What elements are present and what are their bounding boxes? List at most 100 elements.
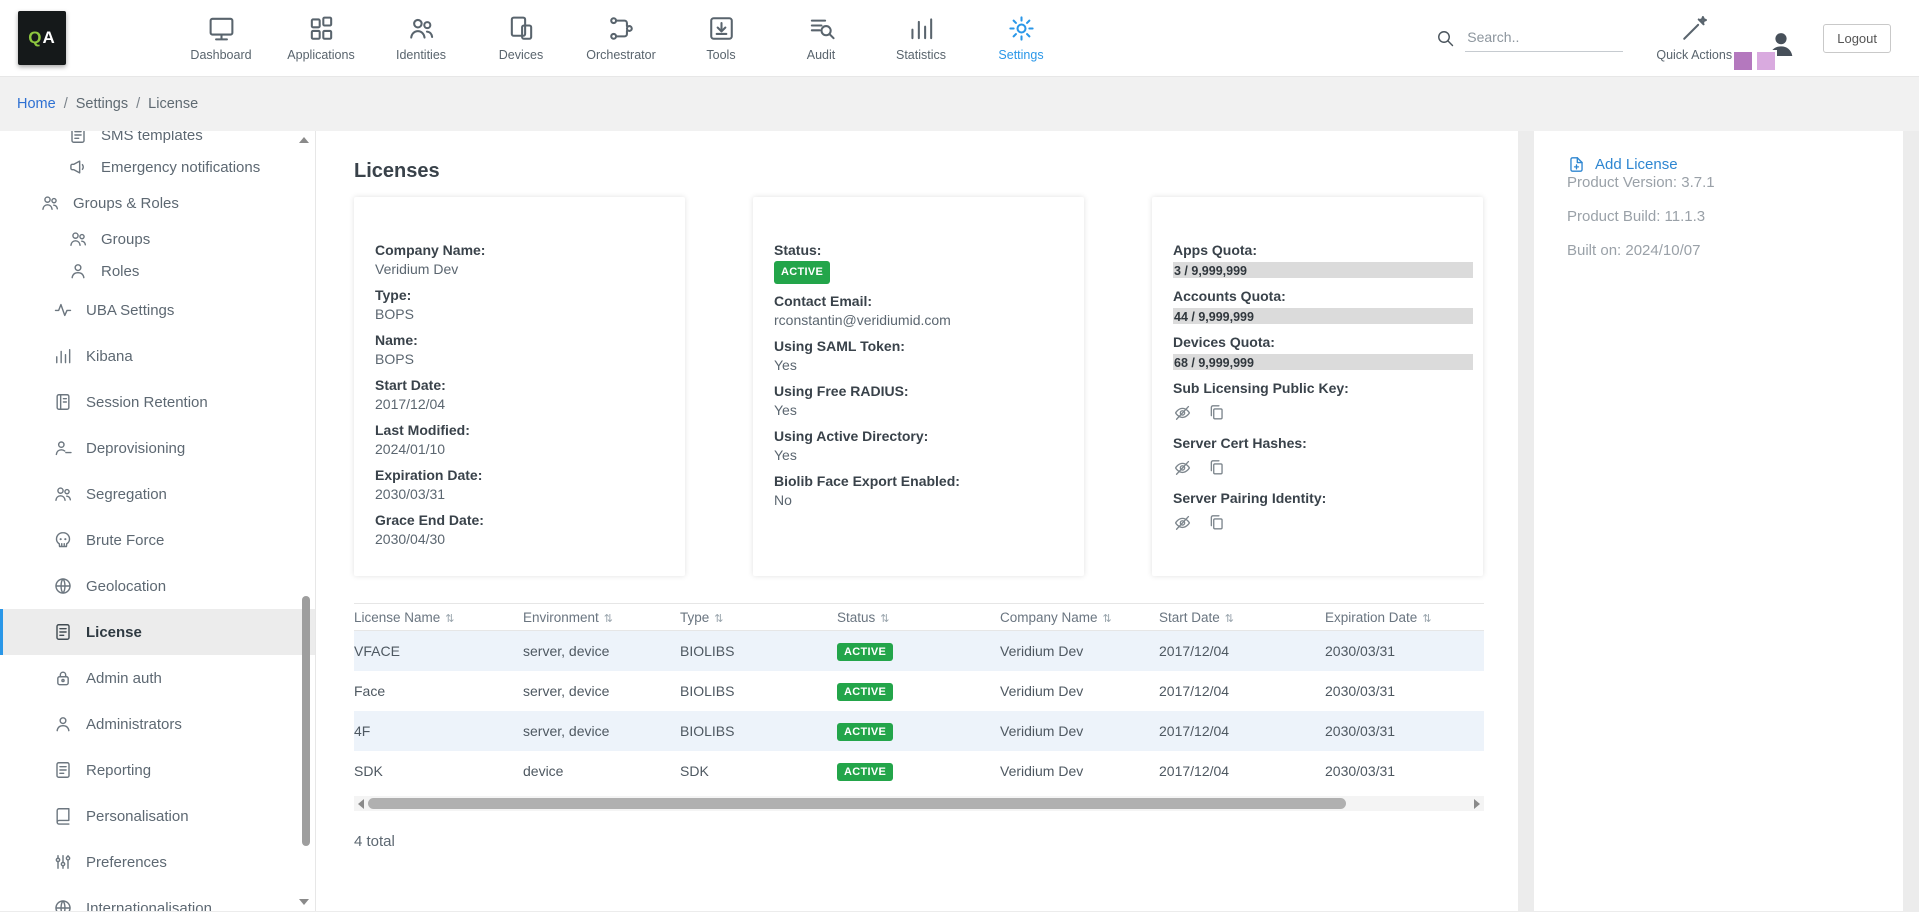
cell-company-name: Veridium Dev (1000, 763, 1159, 779)
grid-icon (307, 14, 336, 43)
settings-sidebar: SMS templatesEmergency notificationsGrou… (0, 131, 316, 911)
sidebar-item-geolocation[interactable]: Geolocation (0, 563, 315, 609)
skull-icon (53, 530, 73, 550)
devices-icon (507, 14, 536, 43)
eye-off-icon[interactable] (1173, 513, 1192, 532)
search-input[interactable] (1465, 25, 1623, 52)
sidebar-item-sms-templates[interactable]: SMS templates (0, 131, 315, 151)
nav-item-devices[interactable]: Devices (471, 14, 571, 62)
table-row-vface[interactable]: VFACEserver, deviceBIOLIBSACTIVEVeridium… (354, 631, 1484, 671)
list-search-icon (807, 14, 836, 43)
product-version: Product Version: 3.7.1 (1567, 174, 1883, 191)
column-header-license-name[interactable]: License Name⇅ (354, 610, 523, 625)
scroll-right-arrow-icon[interactable] (1474, 799, 1480, 809)
quick-actions-button[interactable]: Quick Actions (1649, 14, 1739, 62)
built-on: Built on: 2024/10/07 (1567, 242, 1883, 259)
field-company-name: Company Name:Veridium Dev (375, 242, 679, 278)
eye-off-icon[interactable] (1173, 403, 1192, 422)
sidebar-item-roles[interactable]: Roles (0, 255, 315, 287)
table-row-face[interactable]: Faceserver, deviceBIOLIBSACTIVEVeridium … (354, 671, 1484, 711)
table-row-sdk[interactable]: SDKdeviceSDKACTIVEVeridium Dev2017/12/04… (354, 751, 1484, 791)
users-icon (68, 229, 88, 249)
quota-accounts-quota: Accounts Quota:44 / 9,999,999 (1173, 288, 1477, 324)
sidebar-item-brute-force[interactable]: Brute Force (0, 517, 315, 563)
scrollbar-down-arrow-icon[interactable] (299, 899, 309, 905)
sidebar-item-groups[interactable]: Groups (0, 223, 315, 255)
field-value: Yes (774, 357, 1063, 374)
field-last-modified: Last Modified:2024/01/10 (375, 422, 679, 458)
nav-item-dashboard[interactable]: Dashboard (171, 14, 271, 62)
sidebar-item-deprovisioning[interactable]: Deprovisioning (0, 425, 315, 471)
nav-item-orchestrator[interactable]: Orchestrator (571, 14, 671, 62)
field-grace-end-date: Grace End Date:2030/04/30 (375, 512, 679, 548)
secret-label: Server Cert Hashes: (1173, 435, 1477, 452)
logout-button[interactable]: Logout (1823, 24, 1891, 53)
field-name: Name:BOPS (375, 332, 679, 368)
brand-logo[interactable]: QA (18, 11, 66, 65)
field-label: Biolib Face Export Enabled: (774, 473, 1063, 490)
cell-license-name: SDK (354, 763, 523, 779)
global-search (1435, 25, 1623, 52)
sidebar-item-admin-auth[interactable]: Admin auth (0, 655, 315, 701)
sidebar-item-preferences[interactable]: Preferences (0, 839, 315, 885)
sidebar-item-groups-roles[interactable]: Groups & Roles (0, 183, 315, 223)
nav-item-audit[interactable]: Audit (771, 14, 871, 62)
sidebar-item-uba-settings[interactable]: UBA Settings (0, 287, 315, 333)
clipboard-copy-icon[interactable] (1207, 458, 1226, 477)
sort-arrows-icon: ⇅ (1103, 613, 1112, 625)
magic-wand-icon (1680, 14, 1709, 43)
clipboard-copy-icon[interactable] (1207, 403, 1226, 422)
scrollbar-up-arrow-icon[interactable] (299, 137, 309, 143)
field-label: Name: (375, 332, 664, 349)
sidebar-item-internationalisation[interactable]: Internationalisation (0, 885, 315, 911)
column-header-environment[interactable]: Environment⇅ (523, 610, 680, 625)
column-header-status[interactable]: Status⇅ (837, 610, 1000, 625)
table-row-4f[interactable]: 4Fserver, deviceBIOLIBSACTIVEVeridium De… (354, 711, 1484, 751)
flow-nodes-icon (607, 14, 636, 43)
nav-item-statistics[interactable]: Statistics (871, 14, 971, 62)
sidebar-scrollbar-thumb[interactable] (302, 596, 310, 846)
sidebar-item-administrators[interactable]: Administrators (0, 701, 315, 747)
field-label: Using Free RADIUS: (774, 383, 1063, 400)
sidebar-item-emergency-notifications[interactable]: Emergency notifications (0, 151, 315, 183)
nav-item-tools[interactable]: Tools (671, 14, 771, 62)
field-value: Yes (774, 402, 1063, 419)
nav-item-identities[interactable]: Identities (371, 14, 471, 62)
nav-item-settings[interactable]: Settings (971, 14, 1071, 62)
cell-status: ACTIVE (837, 762, 1000, 781)
content-area: SMS templatesEmergency notificationsGrou… (0, 131, 1919, 911)
horizontal-scroll-thumb[interactable] (368, 798, 1346, 809)
sidebar-item-session-retention[interactable]: Session Retention (0, 379, 315, 425)
sidebar-item-segregation[interactable]: Segregation (0, 471, 315, 517)
theme-swatch-dark[interactable] (1734, 52, 1752, 70)
sidebar-item-kibana[interactable]: Kibana (0, 333, 315, 379)
gear-icon (1007, 14, 1036, 43)
sidebar-item-personalisation[interactable]: Personalisation (0, 793, 315, 839)
quota-apps-quota: Apps Quota:3 / 9,999,999 (1173, 242, 1477, 278)
table-horizontal-scrollbar[interactable] (354, 796, 1484, 811)
column-header-type[interactable]: Type⇅ (680, 610, 837, 625)
sliders-icon (53, 852, 73, 872)
column-header-start-date[interactable]: Start Date⇅ (1159, 610, 1325, 625)
theme-swatch-light[interactable] (1757, 52, 1775, 70)
document-icon (68, 131, 88, 145)
add-license-button[interactable]: Add License (1567, 155, 1883, 174)
breadcrumb-home[interactable]: Home (17, 96, 56, 112)
sidebar-item-license[interactable]: License (0, 609, 315, 655)
quota-devices-quota: Devices Quota:68 / 9,999,999 (1173, 334, 1477, 370)
clipboard-copy-icon[interactable] (1207, 513, 1226, 532)
column-header-expiration-date[interactable]: Expiration Date⇅ (1325, 610, 1484, 625)
sort-arrows-icon: ⇅ (1225, 613, 1234, 625)
field-using-free-radius: Using Free RADIUS: Yes (774, 383, 1078, 419)
field-value: 2030/03/31 (375, 486, 664, 503)
field-label: Type: (375, 287, 664, 304)
users-icon (407, 14, 436, 43)
column-header-company-name[interactable]: Company Name⇅ (1000, 610, 1159, 625)
eye-off-icon[interactable] (1173, 458, 1192, 477)
scroll-left-arrow-icon[interactable] (358, 799, 364, 809)
breadcrumb-separator: / (136, 96, 140, 112)
nav-item-applications[interactable]: Applications (271, 14, 371, 62)
license-status-card: Status:ACTIVEContact Email:rconstantin@v… (753, 197, 1084, 576)
field-label: Company Name: (375, 242, 664, 259)
sidebar-item-reporting[interactable]: Reporting (0, 747, 315, 793)
